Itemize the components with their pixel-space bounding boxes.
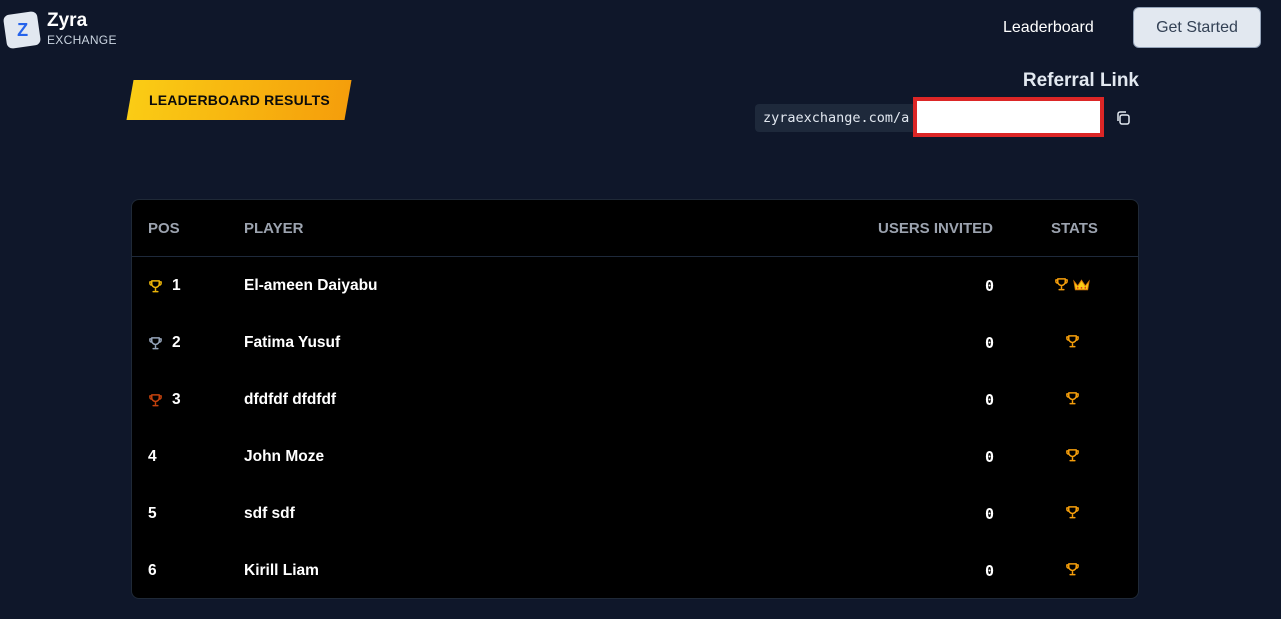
header-player: PLAYER <box>244 220 304 237</box>
brand[interactable]: Z Zyra EXCHANGE <box>2 10 117 50</box>
trophy-icon <box>1065 392 1079 405</box>
brand-name: Zyra <box>47 10 88 31</box>
leaderboard-results-banner: LEADERBOARD RESULTS <box>126 80 352 120</box>
trophy-icon <box>1065 335 1079 348</box>
brand-logo-icon: Z <box>2 10 42 50</box>
referral-title: Referral Link <box>1022 70 1139 91</box>
row-users-invited: 0 <box>984 562 994 580</box>
row-users-invited: 0 <box>984 448 994 466</box>
trophy-icon <box>1065 449 1079 462</box>
get-started-button[interactable]: Get Started <box>1133 7 1261 48</box>
table-row: 1 El-ameen Daiyabu 0 <box>132 257 1138 314</box>
table-row: 5 sdf sdf 0 <box>132 485 1138 542</box>
referral-link-text: zyraexchange.com/a <box>763 110 910 126</box>
header-stats: STATS <box>1051 220 1098 237</box>
row-stats <box>1032 562 1112 577</box>
header-users-invited: USERS INVITED <box>878 220 994 237</box>
row-stats <box>1032 334 1112 349</box>
row-users-invited: 0 <box>984 334 994 352</box>
redaction-box <box>913 97 1104 137</box>
brand-text: Zyra EXCHANGE <box>47 10 117 48</box>
banner-label: LEADERBOARD RESULTS <box>148 92 330 108</box>
leaderboard-table: POS PLAYER USERS INVITED STATS 1 El-ameen… <box>131 199 1139 599</box>
row-stats <box>1032 391 1112 406</box>
row-users-invited: 0 <box>984 505 994 523</box>
trophy-icon <box>1055 278 1068 291</box>
row-player-name: dfdfdf dfdfdf <box>244 391 337 408</box>
row-position: 1 <box>148 277 181 295</box>
row-position-number: 6 <box>148 562 157 579</box>
silver-trophy-icon <box>149 336 162 349</box>
row-stats <box>1032 277 1112 292</box>
bronze-trophy-icon <box>149 393 162 406</box>
table-row: 2 Fatima Yusuf 0 <box>132 314 1138 371</box>
trophy-icon <box>1065 506 1079 519</box>
row-position: 2 <box>148 334 181 352</box>
brand-logo-letter: Z <box>16 19 28 40</box>
header-pos: POS <box>148 220 180 237</box>
nav-leaderboard-link[interactable]: Leaderboard <box>1003 18 1094 38</box>
gold-trophy-icon <box>149 279 162 292</box>
trophy-icon <box>1065 563 1079 576</box>
row-position-number: 4 <box>148 448 157 465</box>
row-player-name: Kirill Liam <box>244 562 319 579</box>
row-player-name: Fatima Yusuf <box>244 334 341 351</box>
row-position: 6 <box>148 562 157 580</box>
row-stats <box>1032 505 1112 520</box>
row-position: 4 <box>148 448 157 466</box>
brand-subtitle: EXCHANGE <box>47 33 117 47</box>
table-row: 6 Kirill Liam 0 <box>132 542 1138 598</box>
table-header: POS PLAYER USERS INVITED STATS <box>132 200 1138 257</box>
row-position-number: 1 <box>172 277 181 294</box>
row-users-invited: 0 <box>984 391 994 409</box>
row-position-number: 5 <box>148 505 157 522</box>
row-player-name: John Moze <box>244 448 325 465</box>
table-row: 3 dfdfdf dfdfdf 0 <box>132 371 1138 428</box>
row-player-name: El-ameen Daiyabu <box>244 277 378 294</box>
row-stats <box>1032 448 1112 463</box>
row-position: 3 <box>148 391 181 409</box>
row-position-number: 2 <box>172 334 181 351</box>
copy-icon[interactable] <box>1115 110 1131 126</box>
row-position: 5 <box>148 505 157 523</box>
row-position-number: 3 <box>172 391 181 408</box>
row-player-name: sdf sdf <box>244 505 295 522</box>
table-row: 4 John Moze 0 <box>132 428 1138 485</box>
crown-icon <box>1073 278 1090 290</box>
row-users-invited: 0 <box>984 277 994 295</box>
